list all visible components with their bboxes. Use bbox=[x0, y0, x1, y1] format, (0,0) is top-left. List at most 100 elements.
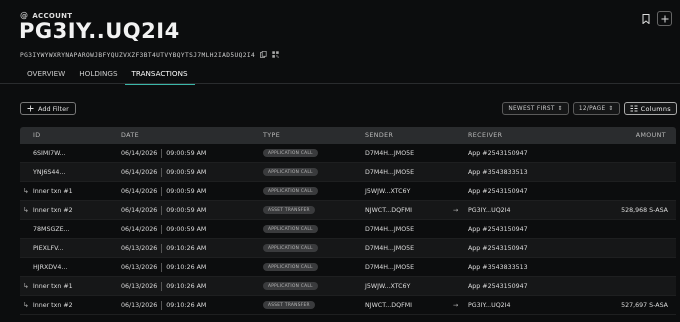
columns-button[interactable]: Columns bbox=[623, 102, 677, 115]
txn-sender[interactable]: J5WJW...XTC6Y bbox=[365, 283, 453, 290]
txn-sender[interactable]: D7M4H...JMO5E bbox=[365, 264, 453, 271]
txn-date: 06/13/2026 bbox=[121, 263, 158, 271]
txn-type-cell: APPLICATION CALL bbox=[263, 168, 365, 177]
add-filter-button[interactable]: Add Filter bbox=[20, 102, 76, 115]
txn-time: 09:10:26 AM bbox=[166, 244, 207, 252]
inner-branch-icon: ↳ bbox=[23, 301, 29, 309]
txn-id[interactable]: YNJ6S44... bbox=[20, 169, 121, 176]
columns-icon bbox=[630, 105, 638, 112]
date-divider bbox=[161, 300, 163, 310]
txn-date-cell: 06/14/2026 09:00:59 AM bbox=[121, 224, 263, 234]
txn-sender[interactable]: J5WJW...XTC6Y bbox=[365, 188, 453, 195]
copy-icon[interactable] bbox=[260, 50, 267, 60]
txn-time: 09:00:59 AM bbox=[166, 206, 207, 214]
txn-date: 06/13/2026 bbox=[121, 301, 158, 309]
txn-type-cell: APPLICATION CALL bbox=[263, 244, 365, 253]
txn-time: 09:00:59 AM bbox=[166, 168, 207, 176]
txn-receiver[interactable]: App #2543150947 bbox=[468, 188, 588, 195]
date-divider bbox=[161, 243, 163, 253]
table-row[interactable]: PIEXLFV... 06/13/2026 09:10:26 AM APPLICATI… bbox=[20, 239, 676, 258]
table-row[interactable]: YNJ6S44... 06/14/2026 09:00:59 AM APPLICATI… bbox=[20, 163, 676, 182]
txn-amount: 527,697 S-ASA bbox=[621, 301, 668, 309]
header-amount[interactable]: AMOUNT bbox=[588, 132, 676, 139]
txn-receiver[interactable]: App #3543833513 bbox=[468, 169, 588, 176]
bookmark-icon[interactable] bbox=[638, 11, 653, 26]
txn-id[interactable]: Inner txn #1 bbox=[33, 188, 73, 195]
qr-code-icon[interactable] bbox=[272, 51, 279, 60]
txn-type-cell: APPLICATION CALL bbox=[263, 149, 365, 158]
inner-branch-icon: ↳ bbox=[23, 187, 29, 195]
table-body: 6SIMI7W... 06/14/2026 09:00:59 AM APPLICATI… bbox=[20, 144, 676, 315]
txn-type-cell: APPLICATION CALL bbox=[263, 225, 365, 234]
txn-sender[interactable]: NJWCT...DQFMI bbox=[365, 302, 453, 309]
date-divider bbox=[161, 167, 163, 177]
inner-branch-icon: ↳ bbox=[23, 206, 29, 214]
txn-type-badge: APPLICATION CALL bbox=[263, 225, 318, 234]
txn-date: 06/14/2026 bbox=[121, 206, 158, 214]
txn-id[interactable]: PIEXLFV... bbox=[20, 245, 121, 252]
header-sender[interactable]: SENDER bbox=[365, 132, 453, 139]
txn-id[interactable]: Inner txn #1 bbox=[33, 283, 73, 290]
txn-sender[interactable]: D7M4H...JMO5E bbox=[365, 226, 453, 233]
table-header: ID DATE TYPE SENDER RECEIVER AMOUNT bbox=[20, 127, 676, 144]
table-row[interactable]: ↳ Inner txn #2 06/13/2026 09:10:26 AM ASSET … bbox=[20, 296, 676, 315]
txn-receiver[interactable]: PG3IY...UQ2I4 bbox=[468, 302, 588, 309]
txn-time: 09:00:59 AM bbox=[166, 149, 207, 157]
txn-receiver[interactable]: App #3543833513 bbox=[468, 264, 588, 271]
txn-sender[interactable]: D7M4H...JMO5E bbox=[365, 169, 453, 176]
txn-id[interactable]: 78MSGZE... bbox=[20, 226, 121, 233]
txn-receiver[interactable]: PG3IY...UQ2I4 bbox=[468, 207, 588, 214]
table-row[interactable]: ↳ Inner txn #2 06/14/2026 09:00:59 AM ASSET … bbox=[20, 201, 676, 220]
columns-label: Columns bbox=[640, 104, 671, 113]
txn-date: 06/14/2026 bbox=[121, 168, 158, 176]
sort-select[interactable]: NEWEST FIRST ⇕ bbox=[502, 102, 569, 115]
date-divider bbox=[161, 205, 163, 215]
txn-sender[interactable]: NJWCT...DQFMI bbox=[365, 207, 453, 214]
date-divider bbox=[161, 281, 163, 291]
table-row[interactable]: 78MSGZE... 06/14/2026 09:00:59 AM APPLICATI… bbox=[20, 220, 676, 239]
txn-time: 09:00:59 AM bbox=[166, 225, 207, 233]
txn-date-cell: 06/13/2026 09:10:26 AM bbox=[121, 243, 263, 253]
txn-type-cell: ASSET TRANSFER bbox=[263, 206, 365, 215]
transfer-arrow-icon: → bbox=[453, 206, 459, 214]
txn-date: 06/13/2026 bbox=[121, 244, 158, 252]
page-size-value: 12/PAGE bbox=[578, 105, 606, 112]
header-date[interactable]: DATE bbox=[121, 132, 263, 139]
plus-icon bbox=[27, 105, 34, 112]
txn-id[interactable]: Inner txn #2 bbox=[33, 302, 73, 309]
txn-id[interactable]: HJRXDV4... bbox=[20, 264, 121, 271]
header-type[interactable]: TYPE bbox=[263, 132, 365, 139]
txn-type-badge: APPLICATION CALL bbox=[263, 187, 318, 196]
txn-date-cell: 06/13/2026 09:10:26 AM bbox=[121, 262, 263, 272]
header-id[interactable]: ID bbox=[20, 132, 121, 139]
txn-receiver[interactable]: App #2543150947 bbox=[468, 245, 588, 252]
page-size-select[interactable]: 12/PAGE ⇕ bbox=[572, 102, 620, 115]
page-title: PG3IY..UQ2I4 bbox=[19, 19, 180, 43]
txn-id-cell: ↳ Inner txn #2 bbox=[20, 206, 121, 214]
txn-id[interactable]: Inner txn #2 bbox=[33, 207, 73, 214]
txn-date: 06/13/2026 bbox=[121, 282, 158, 290]
table-row[interactable]: 6SIMI7W... 06/14/2026 09:00:59 AM APPLICATI… bbox=[20, 144, 676, 163]
date-divider bbox=[161, 224, 163, 234]
txn-receiver[interactable]: App #2543150947 bbox=[468, 150, 588, 157]
header-receiver[interactable]: RECEIVER bbox=[468, 132, 588, 139]
txn-date-cell: 06/14/2026 09:00:59 AM bbox=[121, 205, 263, 215]
txn-sender[interactable]: D7M4H...JMO5E bbox=[365, 245, 453, 252]
table-row[interactable]: ↳ Inner txn #1 06/13/2026 09:10:26 AM APPLIC… bbox=[20, 277, 676, 296]
txn-id-cell: ↳ Inner txn #2 bbox=[20, 301, 121, 309]
txn-date-cell: 06/14/2026 09:00:59 AM bbox=[121, 148, 263, 158]
account-address: PG3IYWYWXRYNAPAROWJBFYQUZVXZF3BT4UTVYBQY… bbox=[20, 52, 256, 59]
date-divider bbox=[161, 186, 163, 196]
date-divider bbox=[161, 262, 163, 272]
txn-time: 09:10:26 AM bbox=[166, 301, 207, 309]
txn-receiver[interactable]: App #2543150947 bbox=[468, 226, 588, 233]
txn-receiver[interactable]: App #2543150947 bbox=[468, 283, 588, 290]
txn-id[interactable]: 6SIMI7W... bbox=[20, 150, 121, 157]
table-row[interactable]: HJRXDV4... 06/13/2026 09:10:26 AM APPLICATI… bbox=[20, 258, 676, 277]
txn-sender[interactable]: D7M4H...JMO5E bbox=[365, 150, 453, 157]
txn-date-cell: 06/13/2026 09:10:26 AM bbox=[121, 300, 263, 310]
table-row[interactable]: ↳ Inner txn #1 06/14/2026 09:00:59 AM APPLIC… bbox=[20, 182, 676, 201]
plus-icon[interactable] bbox=[657, 11, 672, 26]
txn-type-cell: APPLICATION CALL bbox=[263, 282, 365, 291]
txn-date-cell: 06/14/2026 09:00:59 AM bbox=[121, 186, 263, 196]
